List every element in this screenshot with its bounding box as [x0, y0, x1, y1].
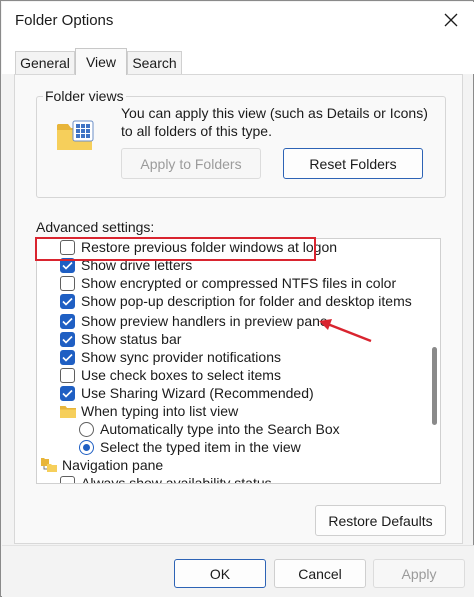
- checkbox-checked[interactable]: [60, 293, 75, 309]
- check-icon: [62, 261, 73, 270]
- ok-button[interactable]: OK: [174, 559, 266, 588]
- check-icon: [62, 335, 73, 344]
- list-item[interactable]: Use Sharing Wizard (Recommended): [60, 384, 314, 402]
- list-item: When typing into list view: [60, 402, 238, 420]
- radio-dot: [83, 443, 90, 451]
- list-item[interactable]: Show sync provider notifications: [60, 348, 281, 366]
- list-item-label: Show drive letters: [81, 257, 193, 273]
- apply-button[interactable]: Apply: [373, 559, 465, 588]
- list-item[interactable]: Show drive letters: [60, 256, 192, 274]
- list-item[interactable]: Show encrypted or compressed NTFS files …: [60, 274, 396, 292]
- list-item-label: Show encrypted or compressed NTFS files …: [81, 275, 397, 291]
- list-item[interactable]: Always show availability status: [60, 474, 272, 484]
- folder-options-dialog: Folder Options General View Search Folde…: [0, 0, 474, 597]
- list-item-label: Navigation pane: [62, 457, 164, 473]
- scrollbar-thumb[interactable]: [432, 347, 437, 425]
- list-item-label: Use Sharing Wizard (Recommended): [81, 385, 314, 401]
- list-item-label: When typing into list view: [81, 403, 239, 419]
- check-icon: [62, 353, 73, 362]
- list-item[interactable]: Use check boxes to select items: [60, 366, 281, 384]
- view-tab-panel: Folder views You can apply this view (su…: [14, 74, 463, 544]
- list-scrollbar[interactable]: [428, 239, 440, 483]
- tab-strip: General View Search: [2, 40, 474, 75]
- list-item-label: Restore previous folder windows at logon: [81, 239, 338, 255]
- title-bar: Folder Options: [2, 2, 474, 40]
- checkbox-unchecked[interactable]: [60, 239, 75, 255]
- advanced-settings-label: Advanced settings:: [36, 219, 155, 235]
- tab-general[interactable]: General: [15, 51, 75, 74]
- list-item: Navigation pane: [41, 456, 163, 474]
- list-item-label: Automatically type into the Search Box: [100, 421, 340, 437]
- radio-selected[interactable]: [79, 439, 94, 455]
- folder-icon: [60, 405, 76, 418]
- checkbox-unchecked[interactable]: [60, 475, 75, 483]
- close-icon: [444, 13, 458, 27]
- list-item-label: Show sync provider notifications: [81, 349, 281, 365]
- tab-search[interactable]: Search: [127, 51, 182, 74]
- dialog-footer: OK Cancel Apply: [2, 545, 474, 597]
- list-item-label: Use check boxes to select items: [81, 367, 281, 383]
- restore-defaults-button[interactable]: Restore Defaults: [315, 505, 446, 536]
- navigation-pane-icon: [41, 458, 57, 472]
- advanced-settings-list[interactable]: Restore previous folder windows at logon…: [36, 238, 441, 484]
- list-item[interactable]: Show pop-up description for folder and d…: [60, 292, 412, 310]
- checkbox-unchecked[interactable]: [60, 275, 75, 291]
- cancel-button[interactable]: Cancel: [274, 559, 366, 588]
- list-item-label: Select the typed item in the view: [100, 439, 301, 455]
- reset-folders-button[interactable]: Reset Folders: [283, 148, 423, 179]
- checkbox-checked[interactable]: [60, 331, 75, 347]
- list-item-label: Show status bar: [81, 331, 182, 347]
- check-icon: [62, 297, 73, 306]
- checkbox-unchecked[interactable]: [60, 367, 75, 383]
- check-icon: [62, 389, 73, 398]
- list-item[interactable]: Select the typed item in the view: [79, 438, 301, 456]
- folder-grid-icon: [57, 120, 94, 150]
- list-item-label: Always show availability status: [81, 475, 272, 484]
- window-title: Folder Options: [15, 12, 114, 29]
- list-item[interactable]: Restore previous folder windows at logon: [60, 239, 338, 256]
- checkbox-checked[interactable]: [60, 313, 75, 329]
- list-item[interactable]: Automatically type into the Search Box: [79, 420, 340, 438]
- radio-unselected[interactable]: [79, 421, 94, 437]
- checkbox-checked[interactable]: [60, 349, 75, 365]
- checkbox-checked[interactable]: [60, 257, 75, 273]
- apply-to-folders-button[interactable]: Apply to Folders: [121, 148, 261, 179]
- list-item-label: Show preview handlers in preview pane: [81, 313, 328, 329]
- folder-views-group: Folder views You can apply this view (su…: [36, 88, 446, 198]
- folder-views-label: Folder views: [43, 88, 126, 104]
- tab-view[interactable]: View: [75, 48, 127, 75]
- list-item[interactable]: Show preview handlers in preview pane: [60, 312, 328, 330]
- check-icon: [62, 317, 73, 326]
- folder-views-description: You can apply this view (such as Details…: [121, 105, 428, 139]
- list-item-label: Show pop-up description for folder and d…: [81, 293, 412, 309]
- list-item[interactable]: Show status bar: [60, 330, 181, 348]
- checkbox-checked[interactable]: [60, 385, 75, 401]
- close-button[interactable]: [430, 4, 472, 36]
